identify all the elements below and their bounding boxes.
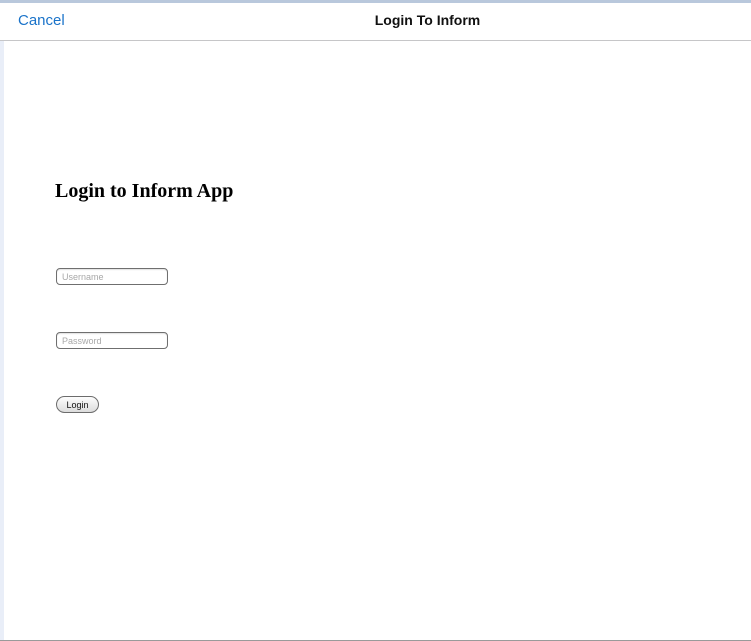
nav-title: Login To Inform [374, 12, 481, 28]
navigation-bar: Cancel Login To Inform [0, 3, 751, 41]
login-modal: Cancel Login To Inform Login to Inform A… [0, 0, 751, 641]
login-button[interactable]: Login [56, 396, 99, 413]
page-heading: Login to Inform App [55, 180, 234, 202]
password-input[interactable] [56, 332, 168, 349]
login-content: Login to Inform App Login [0, 41, 751, 641]
username-input[interactable] [56, 268, 168, 285]
